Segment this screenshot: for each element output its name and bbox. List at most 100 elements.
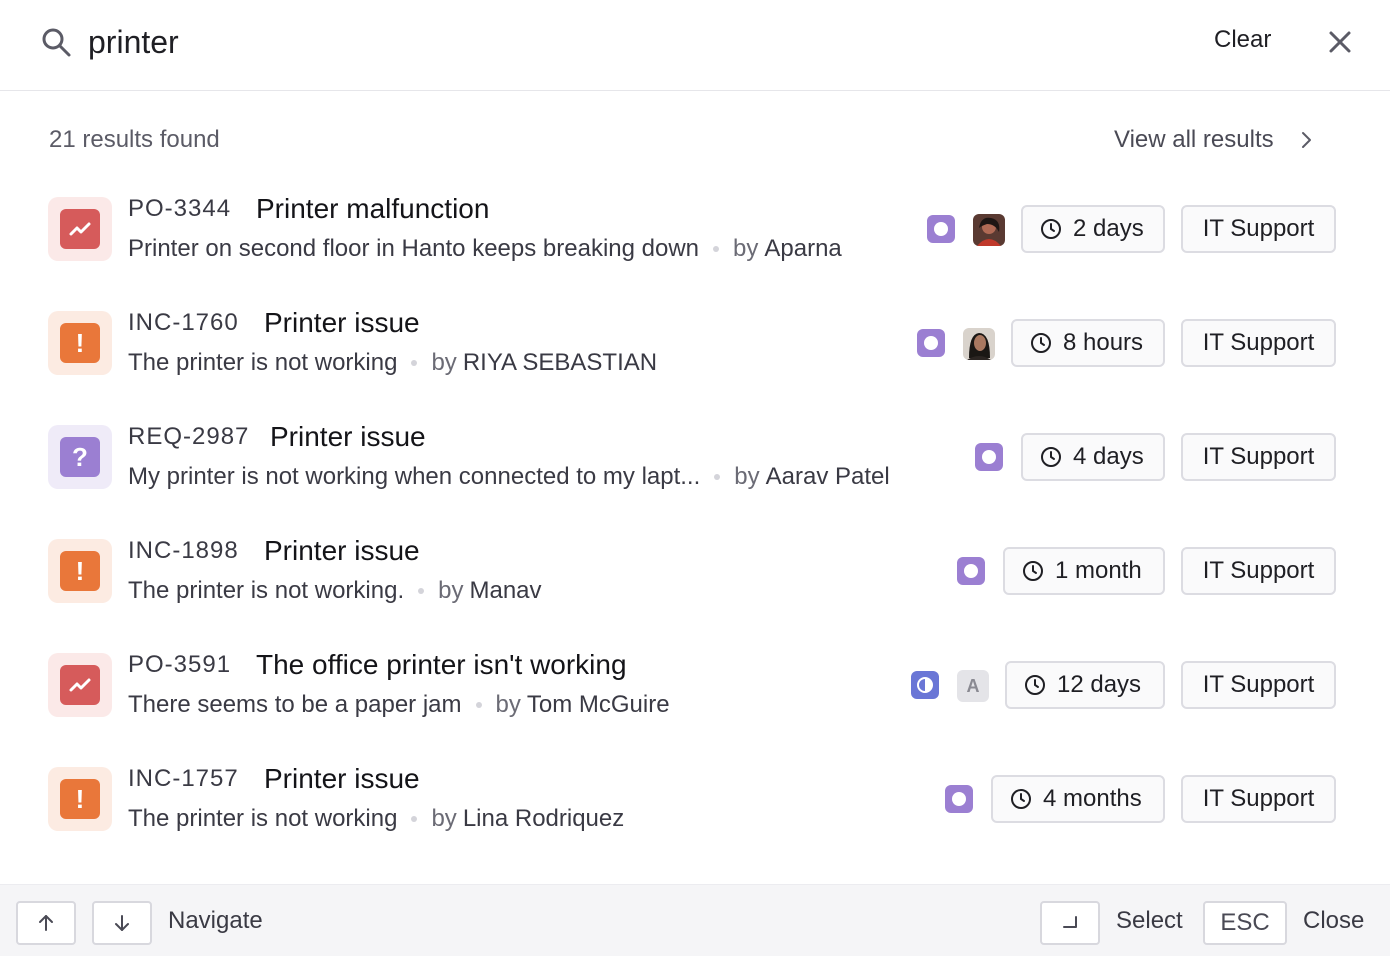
request-type-badge: ? — [48, 425, 112, 489]
navigate-label: Navigate — [168, 907, 263, 934]
assignee-avatar[interactable] — [973, 214, 1005, 246]
incident-type-badge: ! — [48, 539, 112, 603]
team-name: IT Support — [1202, 671, 1315, 698]
status-icon — [917, 329, 945, 357]
arrow-down-key[interactable] — [92, 901, 152, 945]
team-name: IT Support — [1202, 329, 1315, 356]
ticket-author: Tom McGuire — [526, 691, 670, 718]
separator-dot — [411, 360, 418, 366]
view-all-results-link[interactable]: View all results — [1114, 126, 1274, 154]
clock-icon — [1031, 333, 1051, 353]
ticket-title[interactable]: Printer issue — [270, 421, 426, 453]
trend-icon — [69, 678, 91, 692]
result-row[interactable]: PO-3344 Printer malfunction Printer on s… — [0, 172, 1390, 286]
exclamation-icon: ! — [75, 327, 85, 358]
age-chip[interactable]: 8 hours — [1011, 319, 1165, 367]
keyboard-hints-footer: Navigate Select ESC Close — [0, 884, 1390, 956]
search-input[interactable] — [88, 18, 1088, 66]
status-icon — [945, 785, 973, 813]
clear-button[interactable]: Clear — [1214, 26, 1271, 54]
separator-dot — [714, 474, 721, 480]
ticket-id: INC-1760 — [128, 309, 239, 336]
ticket-description-line: My printer is not working when connected… — [128, 463, 890, 491]
age-chip[interactable]: 1 month — [1003, 547, 1165, 595]
search-icon — [42, 28, 71, 57]
ticket-description-line: The printer is not working. by Manav — [128, 577, 542, 605]
team-name: IT Support — [1202, 785, 1315, 812]
status-icon — [927, 215, 955, 243]
separator-dot — [713, 246, 720, 252]
age-value: 4 days — [1073, 443, 1144, 470]
ticket-description: The printer is not working — [128, 805, 398, 832]
ticket-title[interactable]: The office printer isn't working — [256, 649, 627, 681]
assignee-avatar[interactable] — [963, 328, 995, 360]
select-label: Select — [1116, 907, 1183, 934]
result-row[interactable]: ! INC-1757 Printer issue The printer is … — [0, 742, 1390, 856]
age-chip[interactable]: 4 months — [991, 775, 1165, 823]
age-chip[interactable]: 4 days — [1021, 433, 1165, 481]
result-row[interactable]: PO-3591 The office printer isn't working… — [0, 628, 1390, 742]
chevron-right-icon[interactable] — [1298, 130, 1316, 150]
by-label: by — [431, 349, 457, 376]
status-icon — [975, 443, 1003, 471]
team-chip[interactable]: IT Support — [1181, 547, 1336, 595]
ticket-author: Lina Rodriquez — [462, 805, 625, 832]
team-chip[interactable]: IT Support — [1181, 433, 1336, 481]
team-chip[interactable]: IT Support — [1181, 661, 1336, 709]
search-bar: Clear — [0, 0, 1390, 91]
age-chip[interactable]: 12 days — [1005, 661, 1165, 709]
clock-icon — [1041, 447, 1061, 467]
clock-icon — [1041, 219, 1061, 239]
ticket-title[interactable]: Printer issue — [264, 307, 420, 339]
team-chip[interactable]: IT Support — [1181, 775, 1336, 823]
team-name: IT Support — [1202, 557, 1315, 584]
ticket-author: Aarav Patel — [765, 463, 890, 490]
enter-icon — [1063, 916, 1077, 928]
problem-type-badge — [48, 197, 112, 261]
separator-dot — [411, 816, 418, 822]
ticket-author: RIYA SEBASTIAN — [462, 349, 658, 376]
team-chip[interactable]: IT Support — [1181, 319, 1336, 367]
close-icon[interactable] — [1326, 28, 1354, 56]
incident-type-badge: ! — [48, 311, 112, 375]
ticket-description: My printer is not working when connected… — [128, 463, 701, 490]
problem-type-badge — [48, 653, 112, 717]
ticket-id: INC-1757 — [128, 765, 239, 792]
trend-icon — [69, 222, 91, 236]
esc-key-label: ESC — [1220, 909, 1270, 936]
result-row[interactable]: ! INC-1898 Printer issue The printer is … — [0, 514, 1390, 628]
ticket-title[interactable]: Printer issue — [264, 763, 420, 795]
ticket-id: PO-3344 — [128, 195, 232, 222]
clock-icon — [1023, 561, 1043, 581]
team-name: IT Support — [1202, 215, 1315, 242]
age-chip[interactable]: 2 days — [1021, 205, 1165, 253]
arrow-up-icon — [39, 915, 53, 931]
ticket-id: PO-3591 — [128, 651, 232, 678]
status-half-icon — [911, 671, 939, 699]
ticket-title[interactable]: Printer issue — [264, 535, 420, 567]
by-label: by — [431, 805, 457, 832]
by-label: by — [495, 691, 521, 718]
status-icon — [957, 557, 985, 585]
assignee-avatar-initial[interactable]: A — [957, 670, 989, 702]
question-icon: ? — [72, 441, 88, 472]
ticket-title[interactable]: Printer malfunction — [256, 193, 489, 225]
esc-key[interactable]: ESC — [1203, 901, 1287, 945]
team-chip[interactable]: IT Support — [1181, 205, 1336, 253]
enter-key[interactable] — [1040, 901, 1100, 945]
by-label: by — [438, 577, 464, 604]
ticket-description: The printer is not working — [128, 349, 398, 376]
separator-dot — [418, 588, 425, 594]
age-value: 8 hours — [1063, 329, 1144, 356]
age-value: 12 days — [1057, 671, 1142, 698]
results-list: PO-3344 Printer malfunction Printer on s… — [0, 172, 1390, 884]
result-row[interactable]: ! INC-1760 Printer issue The printer is … — [0, 286, 1390, 400]
result-row[interactable]: ? REQ-2987 Printer issue My printer is n… — [0, 400, 1390, 514]
ticket-description-line: The printer is not working by Lina Rodri… — [128, 805, 624, 833]
ticket-id: INC-1898 — [128, 537, 239, 564]
exclamation-icon: ! — [75, 555, 85, 586]
separator-dot — [475, 702, 482, 708]
ticket-description: The printer is not working. — [128, 577, 405, 604]
ticket-description: Printer on second floor in Hanto keeps b… — [128, 235, 700, 262]
arrow-up-key[interactable] — [16, 901, 76, 945]
